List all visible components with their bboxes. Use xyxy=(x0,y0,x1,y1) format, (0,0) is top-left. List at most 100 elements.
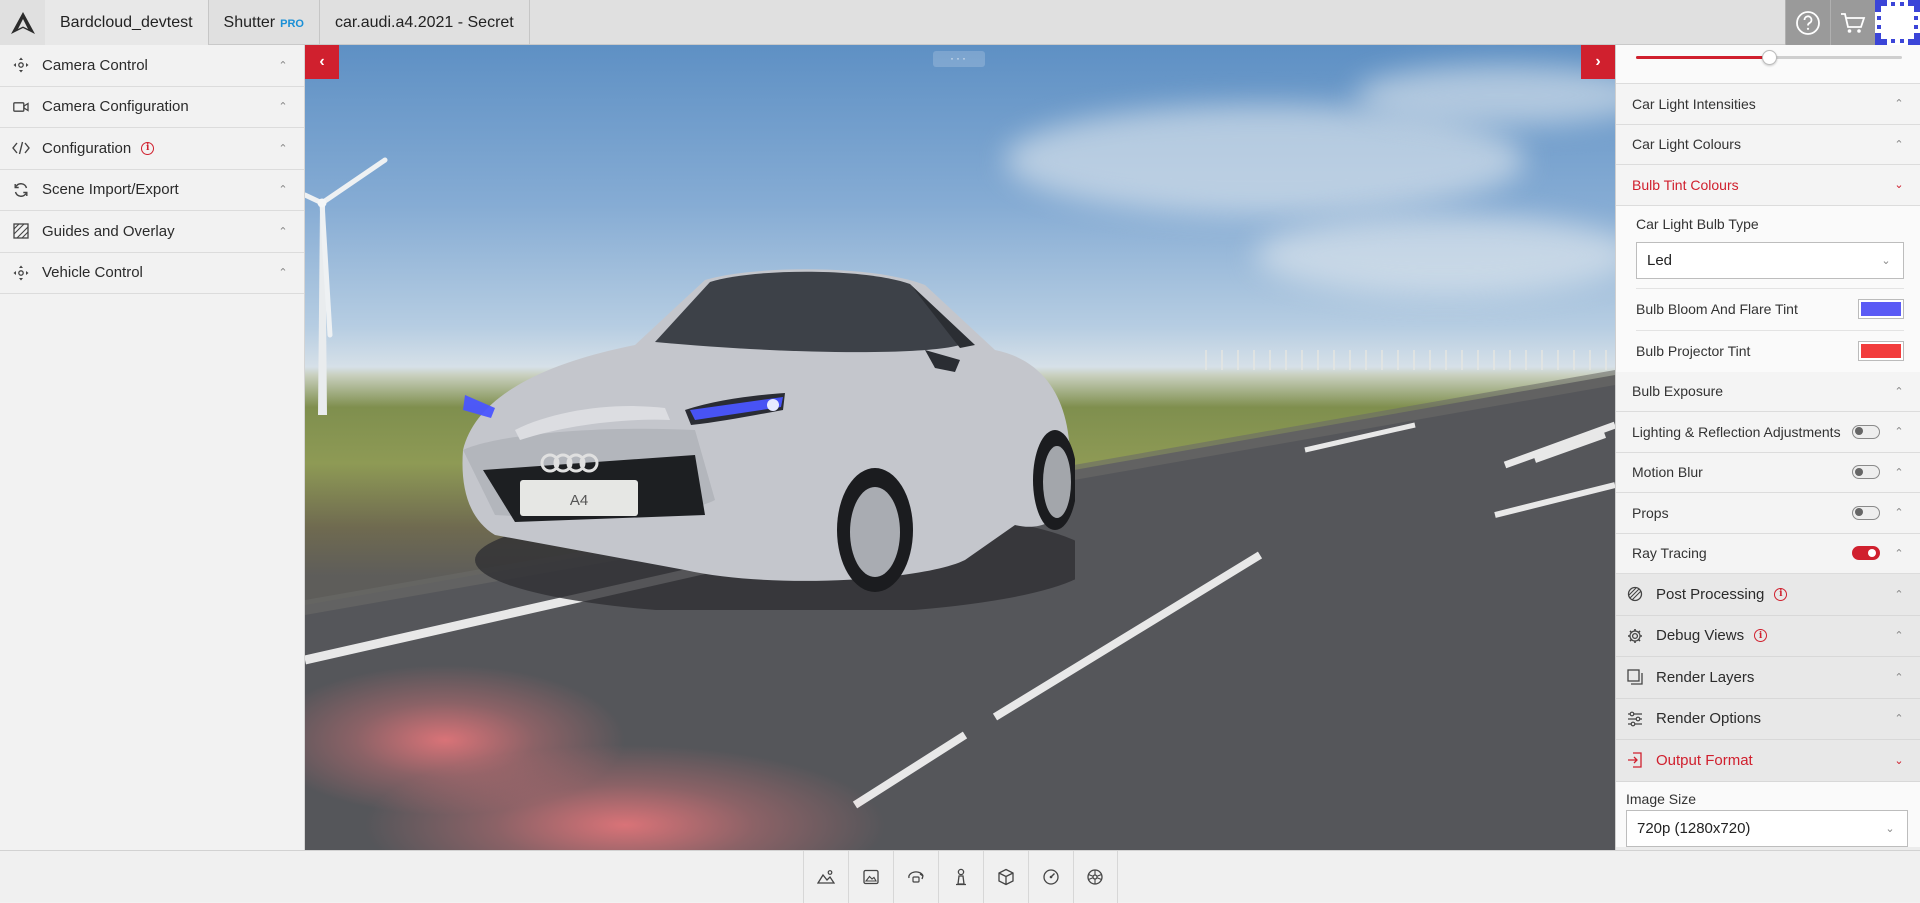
image-size-select[interactable]: 720p (1280x720) ⌄ xyxy=(1626,809,1908,847)
projector-tint-color xyxy=(1861,344,1901,358)
menu-scene-import-export[interactable]: Scene Import/Export ⌃ xyxy=(0,170,304,211)
wheels-button[interactable] xyxy=(1072,851,1118,903)
props[interactable]: Props ⌃ xyxy=(1616,493,1920,534)
lighting-reflection-label: Lighting & Reflection Adjustments xyxy=(1632,423,1841,440)
output-format-label: Output Format xyxy=(1656,751,1753,769)
chevron-up-icon: ⌃ xyxy=(1894,98,1904,111)
logo[interactable] xyxy=(0,0,45,45)
bulb-type-select[interactable]: Led ⌄ xyxy=(1636,241,1904,279)
chevron-down-icon: ⌄ xyxy=(1885,822,1895,835)
code-icon xyxy=(12,139,30,157)
chevron-up-icon: ⌃ xyxy=(1894,507,1904,520)
props-toggle[interactable] xyxy=(1852,505,1880,520)
car-light-intensities[interactable]: Car Light Intensities ⌃ xyxy=(1616,84,1920,125)
menu-scene-import-export-label: Scene Import/Export xyxy=(42,181,179,199)
post-processing-label: Post Processing xyxy=(1656,585,1765,603)
bloom-tint-swatch[interactable] xyxy=(1858,299,1904,319)
menu-guides-and-overlay[interactable]: Guides and Overlay ⌃ xyxy=(0,211,304,253)
license-plate-text: A4 xyxy=(570,492,588,509)
layers-icon xyxy=(1626,669,1644,685)
left-sidebar: Camera Control ⌃ Camera Configuration ⌃ … xyxy=(0,45,305,850)
environment-button[interactable] xyxy=(802,851,848,903)
tab-shutter[interactable]: Shutter PRO xyxy=(209,0,320,45)
menu-camera-control[interactable]: Camera Control ⌃ xyxy=(0,45,304,87)
tab-scene[interactable]: car.audi.a4.2021 - Secret xyxy=(320,0,530,45)
projector-tint-label: Bulb Projector Tint xyxy=(1636,343,1751,359)
image-frame-icon xyxy=(862,869,879,885)
section-post-processing[interactable]: Post Processing i ⌃ xyxy=(1616,574,1920,616)
sliders-icon xyxy=(1626,711,1644,727)
chevron-up-icon: ⌃ xyxy=(1894,466,1904,479)
tab-workspace-label: Bardcloud_devtest xyxy=(60,13,193,31)
avatar[interactable] xyxy=(1875,0,1920,45)
chess-piece-icon xyxy=(955,868,966,886)
chevron-up-icon: ⌃ xyxy=(1894,138,1904,151)
props-label: Props xyxy=(1632,504,1669,521)
rotate-camera-icon xyxy=(907,871,924,883)
next-panel-button[interactable]: › xyxy=(1581,45,1615,79)
help-button[interactable] xyxy=(1785,0,1830,45)
car-light-colours[interactable]: Car Light Colours ⌃ xyxy=(1616,124,1920,165)
image-size-label: Image Size xyxy=(1626,790,1697,807)
chevron-up-icon: ⌃ xyxy=(1894,671,1904,684)
slider-fill xyxy=(1636,56,1769,59)
section-render-options[interactable]: Render Options ⌃ xyxy=(1616,698,1920,740)
prev-panel-button[interactable]: ‹ xyxy=(305,45,339,79)
motion-blur[interactable]: Motion Blur ⌃ xyxy=(1616,452,1920,493)
avatar-pattern-icon xyxy=(1875,0,1920,45)
cart-button[interactable] xyxy=(1830,0,1875,45)
chevron-down-icon: ⌄ xyxy=(1894,179,1904,192)
bulb-tint-colours[interactable]: Bulb Tint Colours ⌄ xyxy=(1616,165,1920,206)
chevron-up-icon: ⌃ xyxy=(1894,713,1904,726)
lighting-reflection-toggle[interactable] xyxy=(1852,424,1880,439)
chevron-up-icon: ⌃ xyxy=(278,267,288,280)
ray-tracing[interactable]: Ray Tracing ⌃ xyxy=(1616,533,1920,574)
performance-button[interactable] xyxy=(1027,851,1073,903)
bulb-exposure[interactable]: Bulb Exposure ⌃ xyxy=(1616,371,1920,412)
chevron-up-icon: ⌃ xyxy=(278,59,288,72)
render-viewport[interactable]: A4 ··· ‹ › xyxy=(305,45,1615,850)
camera-orbit-button[interactable] xyxy=(892,851,938,903)
help-icon xyxy=(1796,10,1820,35)
render-layers-label: Render Layers xyxy=(1656,668,1755,686)
section-render-layers[interactable]: Render Layers ⌃ xyxy=(1616,657,1920,699)
section-debug-views[interactable]: Debug Views i ⌃ xyxy=(1616,615,1920,657)
car-render: A4 xyxy=(462,269,1075,610)
lighting-reflection-adjustments[interactable]: Lighting & Reflection Adjustments ⌃ xyxy=(1616,412,1920,453)
ray-tracing-label: Ray Tracing xyxy=(1632,545,1707,562)
background-button[interactable] xyxy=(847,851,893,903)
model-button[interactable] xyxy=(982,851,1028,903)
bloom-tint-row: Bulb Bloom And Flare Tint xyxy=(1636,287,1904,330)
section-output-format[interactable]: Output Format ⌄ xyxy=(1616,740,1920,782)
sync-icon xyxy=(12,181,30,199)
vehicle-control-icon xyxy=(12,264,30,282)
menu-camera-configuration[interactable]: Camera Configuration ⌃ xyxy=(0,87,304,128)
chevron-down-icon: ⌄ xyxy=(1894,754,1904,767)
projector-tint-swatch[interactable] xyxy=(1858,341,1904,361)
chevron-up-icon: ⌃ xyxy=(278,142,288,155)
cube-icon xyxy=(997,868,1014,886)
chevron-down-icon: ⌄ xyxy=(1881,254,1891,267)
menu-vehicle-control[interactable]: Vehicle Control ⌃ xyxy=(0,253,304,294)
ray-tracing-toggle[interactable] xyxy=(1852,546,1880,561)
slider-track[interactable] xyxy=(1636,50,1902,65)
gear-icon xyxy=(1626,628,1644,644)
menu-configuration[interactable]: Configuration i ⌃ xyxy=(0,128,304,170)
landscape-icon xyxy=(816,870,835,884)
wheel-icon xyxy=(1087,869,1103,885)
output-format-body: Image Size 720p (1280x720) ⌄ xyxy=(1616,781,1920,847)
tab-workspace[interactable]: Bardcloud_devtest xyxy=(45,0,209,45)
right-panel: Car Light Intensities ⌃ Car Light Colours… xyxy=(1615,45,1920,850)
debug-views-label: Debug Views xyxy=(1656,627,1745,645)
menu-guides-and-overlay-label: Guides and Overlay xyxy=(42,222,175,240)
pose-button[interactable] xyxy=(937,851,983,903)
info-icon: i xyxy=(1774,587,1788,601)
tab-shutter-label: Shutter xyxy=(223,13,276,31)
projector-tint-row: Bulb Projector Tint xyxy=(1636,329,1904,372)
cart-icon xyxy=(1841,12,1866,33)
slider-thumb[interactable] xyxy=(1762,50,1777,65)
tab-scene-label: car.audi.a4.2021 - Secret xyxy=(334,13,514,31)
chevron-up-icon: ⌃ xyxy=(1894,426,1904,439)
viewport-drag-handle[interactable]: ··· xyxy=(933,51,985,67)
motion-blur-toggle[interactable] xyxy=(1852,465,1880,480)
